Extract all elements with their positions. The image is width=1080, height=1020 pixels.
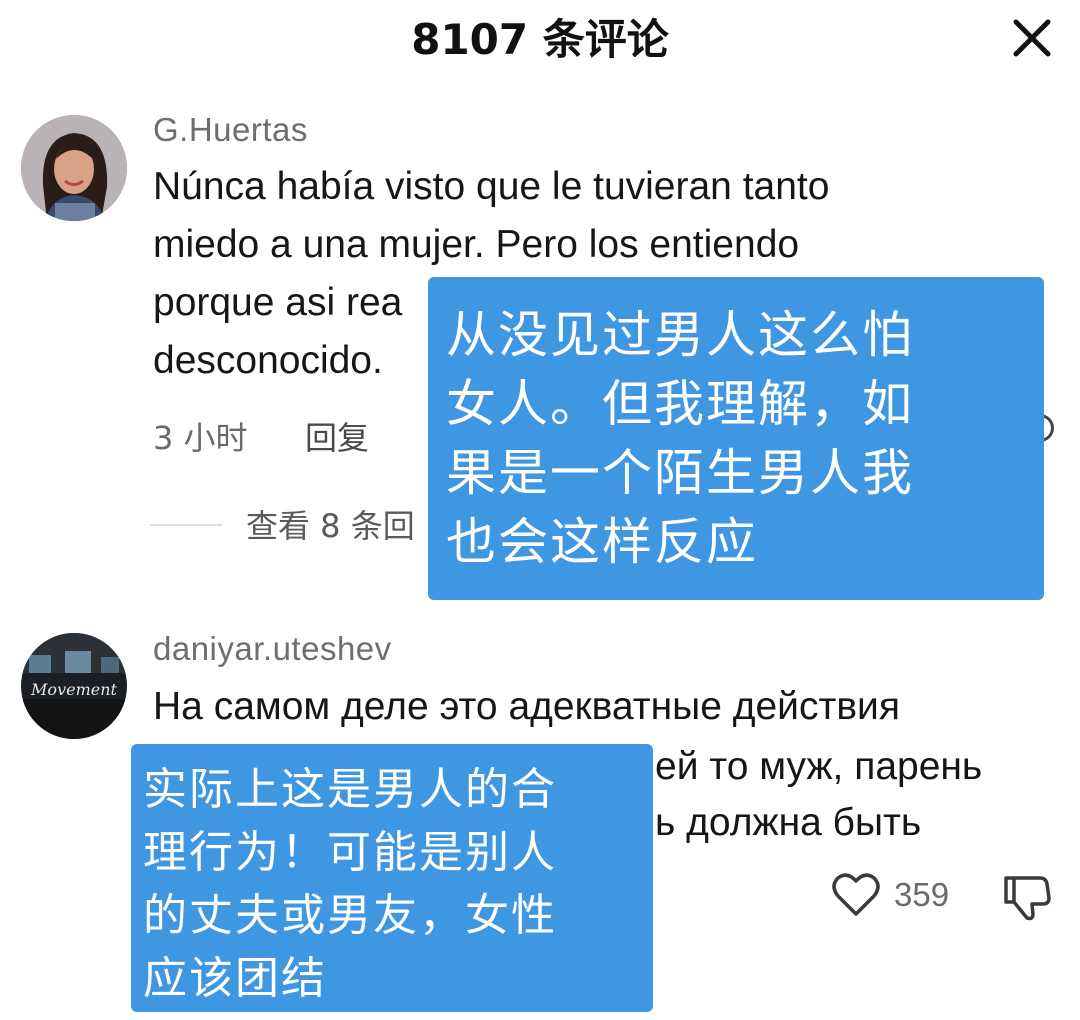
heart-icon[interactable]: [832, 872, 880, 918]
overlay-line: 应该团结: [143, 953, 327, 1004]
translation-overlay: 从没见过男人这么怕 女人。但我理解，如 果是一个陌生男人我 也会这样反应: [428, 277, 1044, 600]
comment-username[interactable]: G.Huertas: [153, 110, 308, 150]
view-replies-button[interactable]: 查看 8 条回: [246, 506, 415, 546]
comments-header-title: 8107 条评论: [411, 15, 669, 64]
overlay-line: 从没见过男人这么怕: [446, 306, 914, 364]
reply-button[interactable]: 回复: [305, 418, 369, 458]
avatar-movement-icon: Movement: [21, 633, 127, 739]
thumbs-down-icon[interactable]: [1002, 874, 1052, 922]
comment-text-line: desconocido.: [153, 339, 383, 382]
translation-overlay: 实际上这是男人的合 理行为！可能是别人 的丈夫或男友，女性 应该团结: [131, 744, 653, 1012]
overlay-line: 实际上这是男人的合: [143, 764, 557, 815]
dislike-button[interactable]: [1002, 874, 1052, 926]
avatar-text: Movement: [30, 680, 117, 699]
like-button[interactable]: 359: [832, 872, 949, 918]
close-button[interactable]: [1004, 10, 1060, 66]
avatar[interactable]: [21, 115, 127, 221]
comment-text-line: miedo a una mujer. Pero los entiendo: [153, 223, 800, 266]
overlay-line: 的丈夫或男友，女性: [143, 890, 557, 941]
replies-divider: [150, 524, 222, 526]
overlay-line: 也会这样反应: [446, 513, 758, 571]
overlay-line: 女人。但我理解，如: [446, 375, 914, 433]
avatar[interactable]: Movement: [21, 633, 127, 739]
comment-text-line: porque asi rea: [153, 281, 403, 324]
close-icon[interactable]: [1004, 10, 1060, 66]
comment-username[interactable]: daniyar.uteshev: [153, 629, 392, 669]
like-count: 359: [894, 876, 950, 913]
overlay-line: 果是一个陌生男人我: [446, 444, 914, 502]
overlay-line: 理行为！可能是别人: [143, 827, 557, 878]
comment-time: 3 小时: [153, 419, 248, 457]
comment-text-line: ь должна быть: [655, 801, 922, 844]
comment-text-line: ей то муж, парень: [655, 745, 983, 788]
comment-text-line: Núnca había visto que le tuvieran tanto: [153, 165, 830, 208]
avatar-woman-icon: [21, 115, 127, 221]
comment-text-line: На самом деле это адекватные действия: [153, 685, 900, 728]
